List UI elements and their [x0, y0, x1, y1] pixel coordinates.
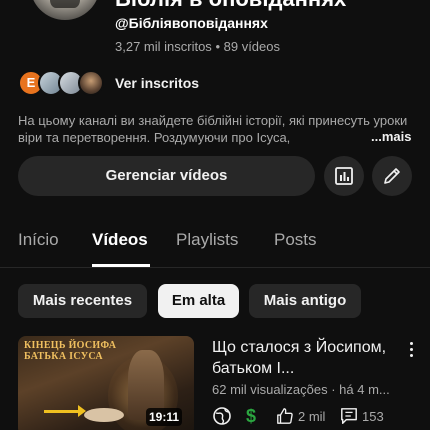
- more-options-icon[interactable]: [405, 340, 419, 360]
- video-title[interactable]: Що сталося з Йосипом, батьком І...: [212, 337, 397, 379]
- globe-icon: [213, 407, 231, 425]
- comment-icon: [341, 408, 357, 424]
- pencil-icon: [384, 168, 400, 184]
- avatar-figure: [50, 0, 80, 8]
- selected-tab-indicator: [92, 264, 150, 267]
- like-count: 2 mil: [298, 408, 326, 424]
- subscriber-avatar: [78, 70, 104, 96]
- chip-popular[interactable]: Em alta: [158, 284, 239, 318]
- monetization-icon[interactable]: $: [246, 405, 256, 427]
- manage-videos-button[interactable]: Gerenciar vídeos: [18, 156, 315, 196]
- channel-title: Біблія в оповіданнях: [115, 0, 346, 12]
- thumbnail-baby: [84, 408, 124, 422]
- channel-avatar[interactable]: [30, 0, 100, 20]
- analytics-icon: [335, 167, 353, 185]
- edit-channel-button[interactable]: [372, 156, 412, 196]
- thumbnail-arrow: [44, 405, 86, 417]
- video-actions: $ 2 mil 153: [212, 405, 422, 427]
- subscriber-count: 3,27 mil inscritos: [115, 39, 212, 54]
- tab-videos[interactable]: Vídeos: [92, 230, 148, 250]
- thumbnail-text: КІНЕЦЬ ЙОСИФА БАТЬКА ІСУСА: [24, 340, 116, 362]
- thumbnail-text-line: БАТЬКА ІСУСА: [24, 351, 103, 362]
- channel-tabs: Início Vídeos Playlists Posts: [0, 222, 430, 268]
- likes: 2 mil: [276, 405, 325, 427]
- channel-stats: 3,27 mil inscritos • 89 vídeos: [115, 39, 280, 54]
- analytics-button[interactable]: [324, 156, 364, 196]
- thumbs-up-icon: [277, 408, 293, 424]
- visibility-public[interactable]: [212, 405, 232, 427]
- tab-playlists[interactable]: Playlists: [176, 230, 238, 250]
- subscriber-avatars[interactable]: E: [18, 70, 108, 96]
- stats-separator: •: [215, 39, 220, 54]
- channel-handle: @Бібліявоповіданнях: [115, 15, 268, 31]
- chip-oldest[interactable]: Mais antigo: [249, 284, 361, 318]
- more-link[interactable]: ...mais: [369, 129, 412, 144]
- comment-count: 153: [362, 408, 384, 424]
- see-subscribers-link[interactable]: Ver inscritos: [115, 75, 199, 91]
- thumbnail-text-line: КІНЕЦЬ ЙОСИФА: [24, 340, 117, 351]
- chip-latest[interactable]: Mais recentes: [18, 284, 147, 318]
- video-meta: 62 mil visualizações · há 4 m...: [212, 382, 390, 397]
- tab-home[interactable]: Início: [18, 230, 59, 250]
- video-duration: 19:11: [146, 408, 183, 426]
- tab-posts[interactable]: Posts: [274, 230, 317, 250]
- channel-description[interactable]: На цьому каналі ви знайдете біблійні іст…: [18, 112, 418, 146]
- video-count: 89 vídeos: [223, 39, 280, 54]
- comments[interactable]: 153: [340, 405, 384, 427]
